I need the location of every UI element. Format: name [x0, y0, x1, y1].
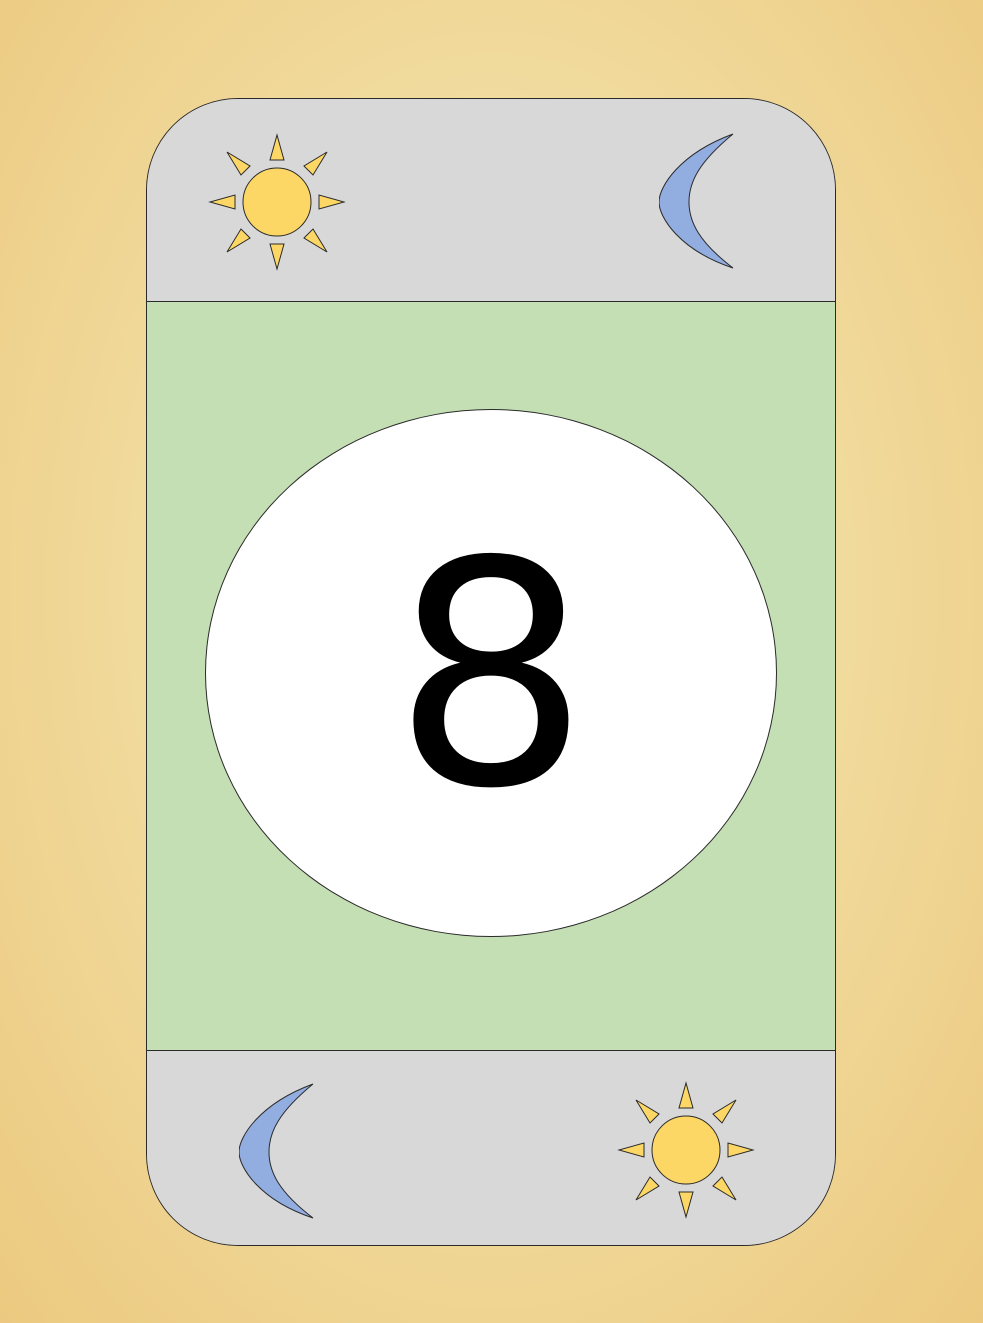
sun-icon	[207, 132, 347, 272]
playing-card[interactable]: 8	[146, 98, 836, 1246]
moon-icon	[659, 132, 739, 272]
rank-oval: 8	[205, 409, 777, 937]
sun-icon	[616, 1080, 756, 1220]
card-rank: 8	[392, 496, 590, 857]
moon-icon	[239, 1082, 319, 1222]
card-center-area: 8	[147, 302, 835, 1053]
